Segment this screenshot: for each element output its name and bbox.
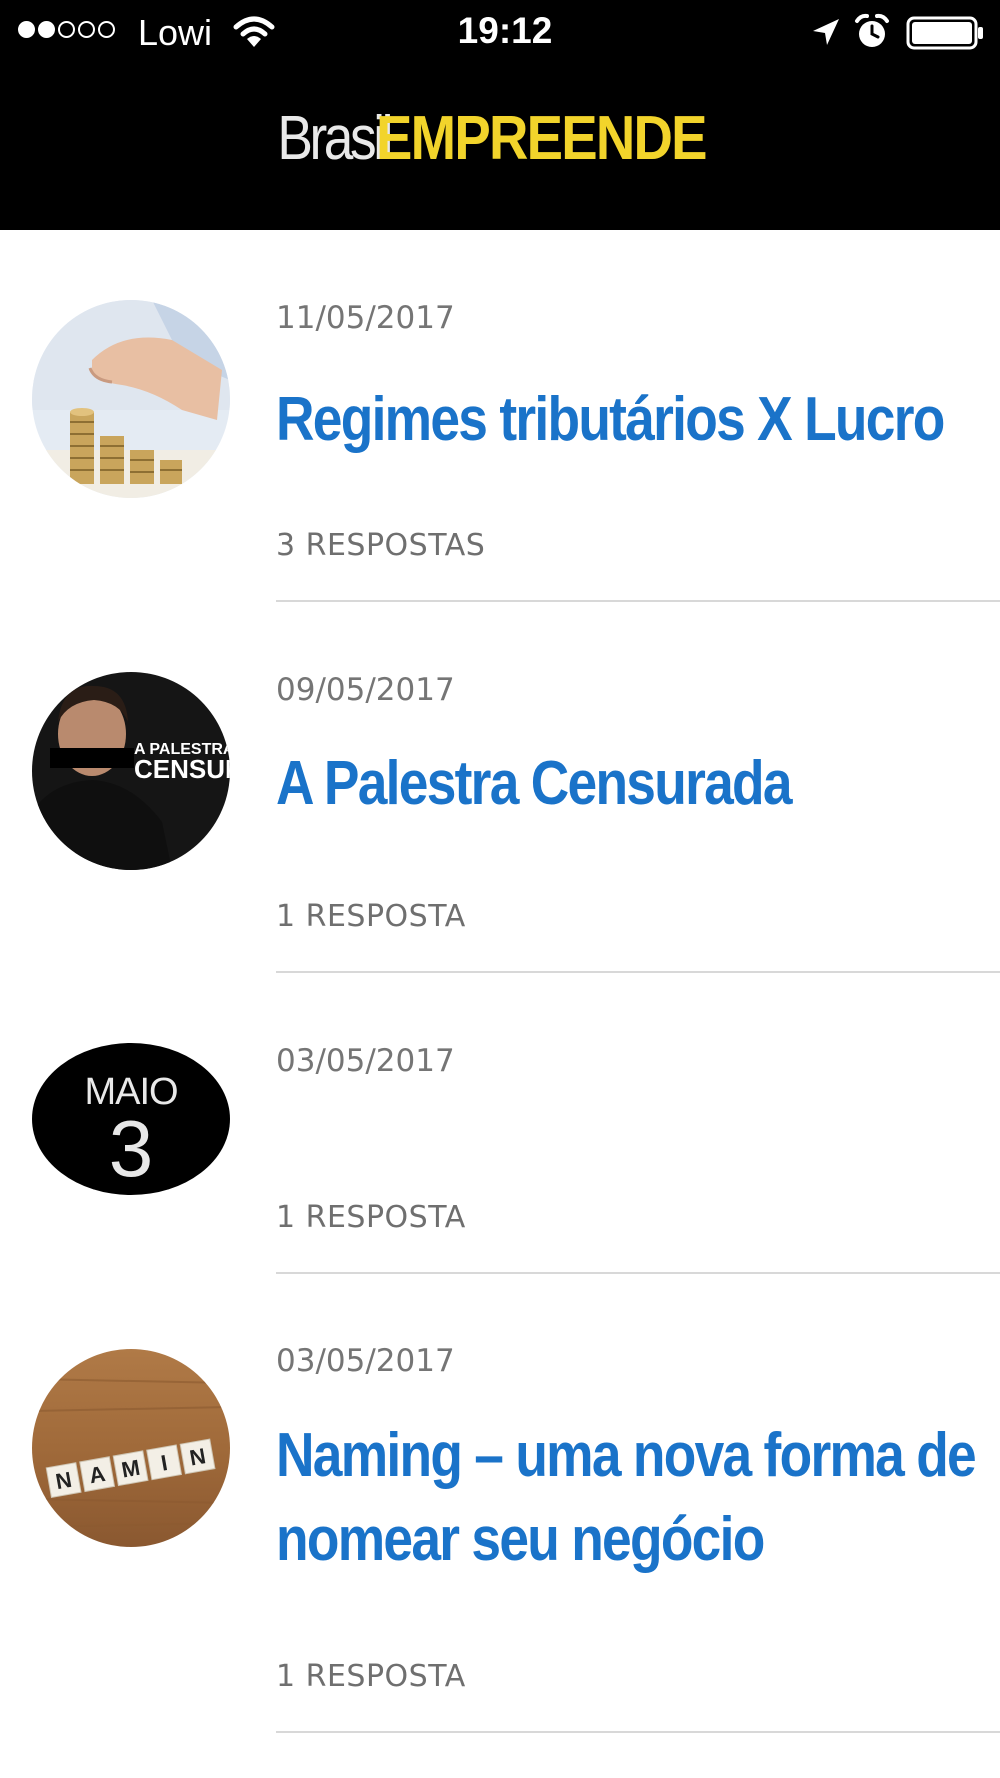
post-title-line: Naming – uma nova forma de xyxy=(276,1421,977,1490)
post-date: 09/05/2017 xyxy=(276,672,455,708)
letter-tiles-image: N A M I N xyxy=(32,1349,230,1547)
thumbnail-text-2: CENSUR xyxy=(134,754,230,784)
post-title[interactable]: Naming – uma nova forma de nomear seu ne… xyxy=(276,1414,977,1582)
post-replies-count[interactable]: 3 RESPOSTAS xyxy=(276,528,485,563)
post-thumbnail[interactable]: MAIO 3 xyxy=(32,1043,230,1195)
brand-logo[interactable]: BrasilEMPREENDE xyxy=(0,108,1000,170)
post-title-line: Regimes tributários X Lucro xyxy=(276,385,945,454)
status-time: 19:12 xyxy=(457,10,553,51)
location-arrow-icon xyxy=(813,19,839,45)
coins-stack-image xyxy=(32,300,230,498)
post-replies-count[interactable]: 1 RESPOSTA xyxy=(276,1659,466,1694)
censored-speaker-image: A PALESTRA CENSUR xyxy=(32,672,230,870)
app-header: BrasilEMPREENDE xyxy=(0,66,1000,230)
post-title[interactable]: A Palestra Censurada xyxy=(276,742,878,826)
alarm-clock-icon xyxy=(855,13,889,47)
battery-icon xyxy=(906,16,983,50)
post-title[interactable]: Regimes tributários X Lucro xyxy=(276,378,945,462)
post-date: 03/05/2017 xyxy=(276,1043,455,1079)
calendar-day: 3 xyxy=(108,1104,154,1193)
post-replies-count[interactable]: 1 RESPOSTA xyxy=(276,1200,466,1235)
status-bar: Lowi 19:12 xyxy=(0,0,1000,66)
post-thumbnail[interactable] xyxy=(32,300,230,498)
post-title-line: nomear seu negócio xyxy=(276,1505,765,1574)
post-divider xyxy=(276,600,1000,602)
post-date: 03/05/2017 xyxy=(276,1343,455,1379)
post-divider xyxy=(276,1731,1000,1733)
post-date: 11/05/2017 xyxy=(276,300,455,336)
post-title-line: A Palestra Censurada xyxy=(276,749,793,818)
post-thumbnail[interactable]: A PALESTRA CENSUR xyxy=(32,672,230,870)
post-divider xyxy=(276,971,1000,973)
post-replies-count[interactable]: 1 RESPOSTA xyxy=(276,899,466,934)
post-thumbnail[interactable]: N A M I N xyxy=(32,1349,230,1547)
logo-text-empreende: EMPREENDE xyxy=(376,104,708,173)
logo-text-brasil: Brasil xyxy=(277,104,393,173)
post-divider xyxy=(276,1272,1000,1274)
